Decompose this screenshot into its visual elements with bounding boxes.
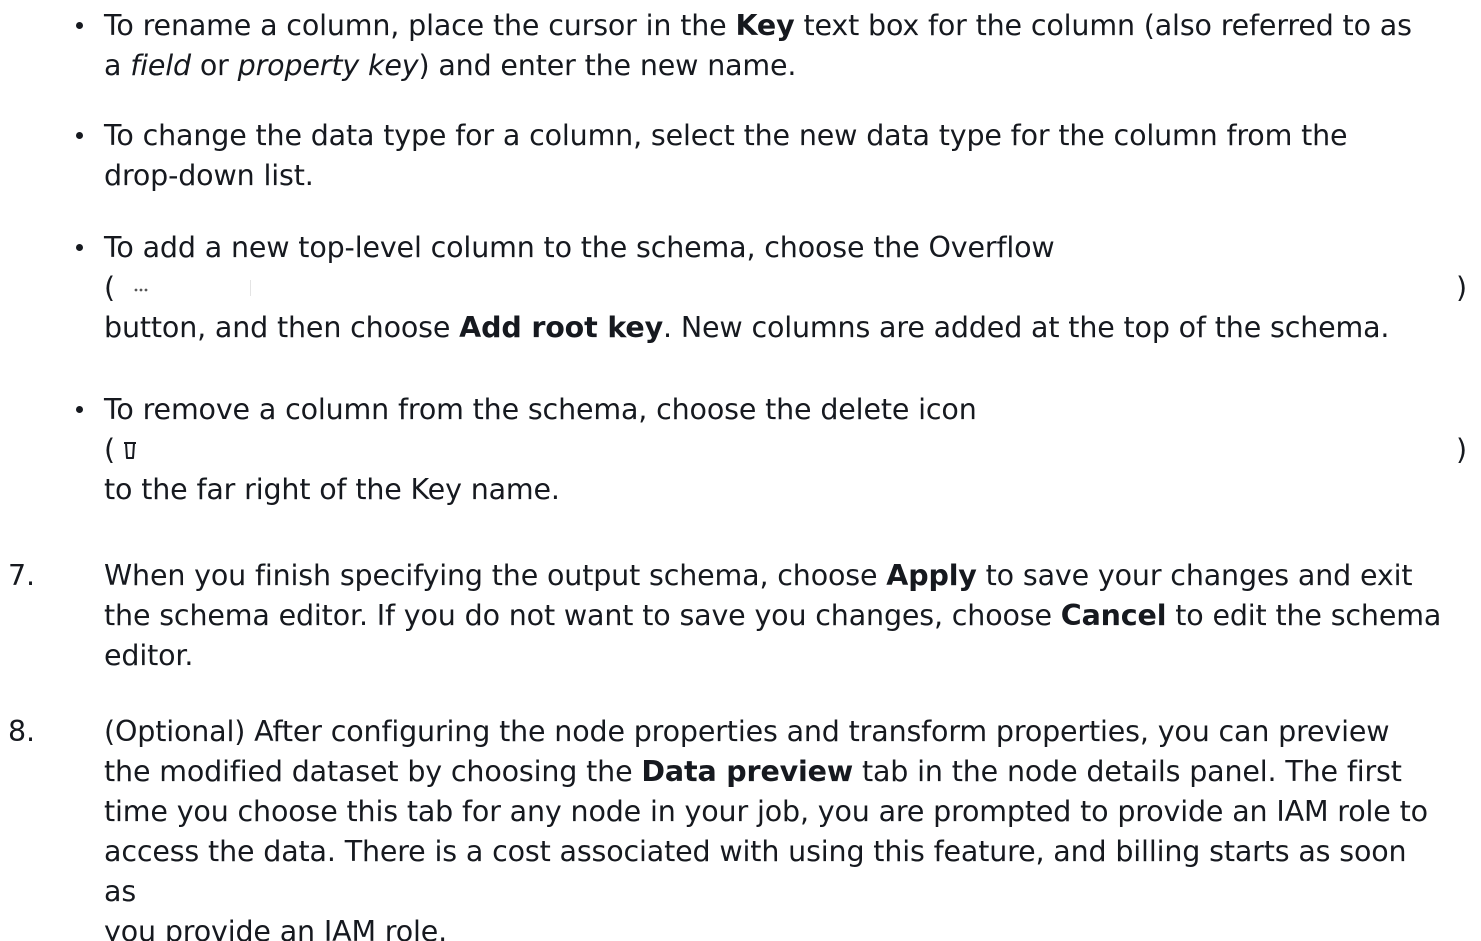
bullet-add-root-key: To add a new top-level column to the sch… [76,228,1474,348]
bold-term-add-root-key: Add root key [459,311,663,344]
text-span: . New columns are added at the top of th… [663,311,1390,344]
step-8: 8. (Optional) After configuring the node… [8,712,1444,941]
text-span: or [190,49,238,82]
documentation-page: To rename a column, place the cursor in … [0,0,1481,941]
bullet-line: To rename a column, place the cursor in … [104,6,1474,46]
close-paren: ) [1456,433,1467,466]
bullet-remove-column: To remove a column from the schema, choo… [76,390,1474,510]
text-span: to save your changes and exit [976,559,1413,592]
open-paren: ( [104,271,115,304]
text-span: ) and enter the new name. [418,49,797,82]
step-number: 8. [8,715,35,748]
text-span: text box for the column (also referred t… [794,9,1412,42]
step-7: 7. When you finish specifying the output… [8,556,1444,676]
text-span: tab in the node details panel. The first [853,755,1402,788]
step-line: access the data. There is a cost associa… [104,835,1407,908]
bold-term-apply: Apply [886,559,977,592]
text-span: a [104,49,131,82]
icon-image-edge [250,280,251,296]
bullet-line: button, and then choose Add root key. Ne… [104,308,1474,348]
bullet-line: To remove a column from the schema, choo… [104,393,977,426]
step-line: time you choose this tab for any node in… [104,795,1428,828]
bullet-line: To add a new top-level column to the sch… [104,231,1055,264]
step-line: the schema editor. If you do not want to… [104,596,1444,636]
step-line: editor. [104,639,194,672]
step-line: When you finish specifying the output sc… [104,556,1444,596]
text-span: When you finish specifying the output sc… [104,559,887,592]
italic-term-property-key: property key [237,49,419,82]
bullet-line: to the far right of the Key name. [104,473,560,506]
text-span: To rename a column, place the cursor in … [104,9,736,42]
text-span: button, and then choose [104,311,460,344]
step-line: (Optional) After configuring the node pr… [104,715,1390,748]
text-span: to edit the schema [1166,599,1442,632]
step-line: you provide an IAM role. [104,915,448,941]
step-line: the modified dataset by choosing the Dat… [104,752,1444,792]
bullet-rename-column: To rename a column, place the cursor in … [76,6,1474,86]
icon-line: ( ) [104,268,1474,308]
ellipsis-icon [134,288,148,292]
icon-line: ( ) [104,430,1474,470]
close-paren: ) [1456,271,1467,304]
bold-term-data-preview: Data preview [641,755,854,788]
bold-term-cancel: Cancel [1060,599,1167,632]
text-span: the schema editor. If you do not want to… [104,599,1061,632]
open-paren: ( [104,433,115,466]
bullet-line: a field or property key) and enter the n… [104,46,1474,86]
bold-term-key: Key [735,9,795,42]
trash-icon [124,442,136,459]
text-span: the modified dataset by choosing the [104,755,642,788]
italic-term-field: field [130,49,191,82]
bullet-change-data-type: To change the data type for a column, se… [76,116,1474,196]
step-number: 7. [8,559,35,592]
bullet-line: drop-down list. [104,159,314,192]
bullet-line: To change the data type for a column, se… [104,119,1348,152]
